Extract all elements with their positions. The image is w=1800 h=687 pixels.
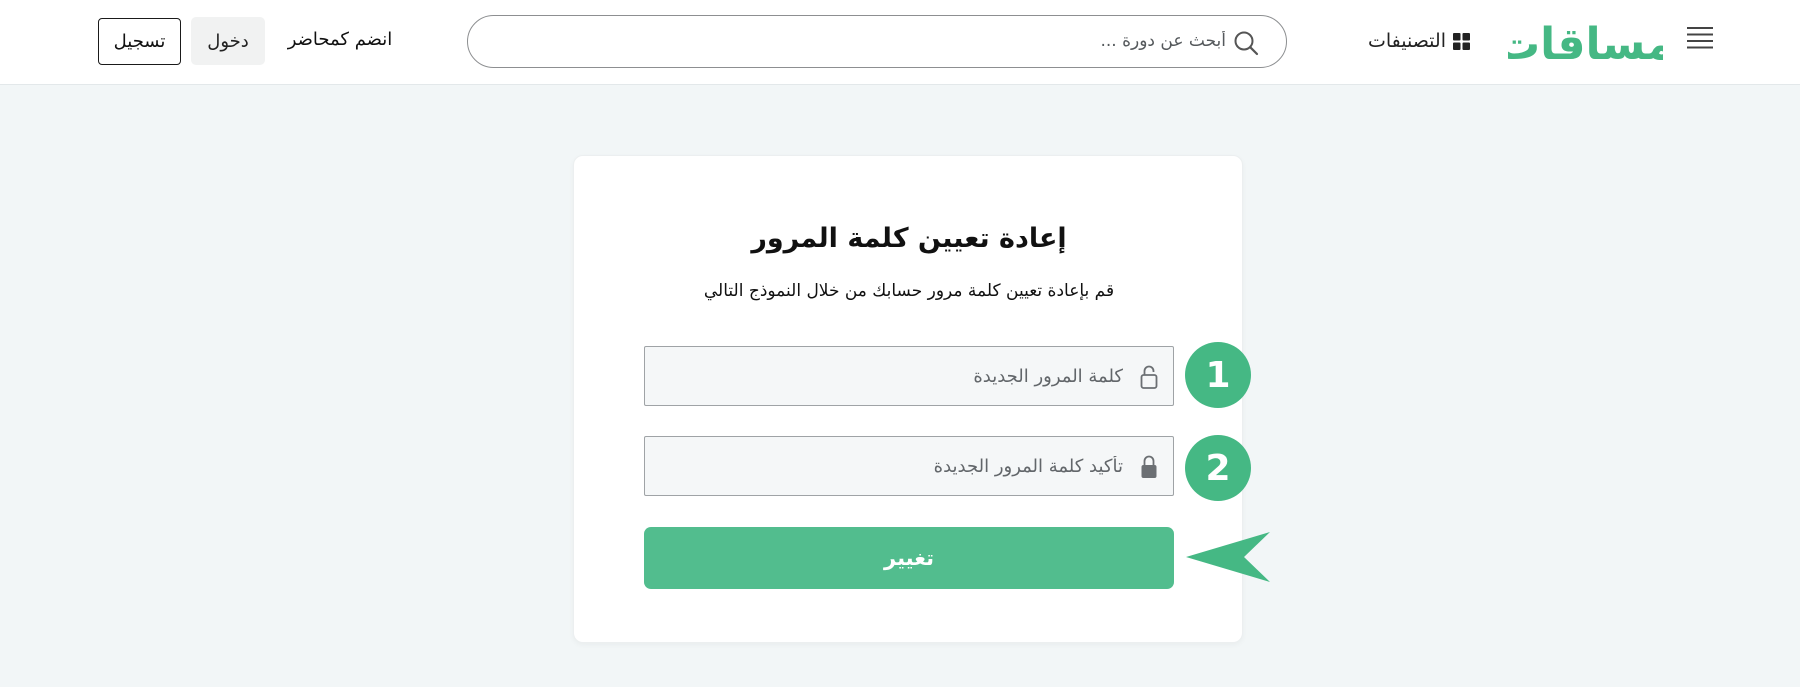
- lock-open-icon: [1140, 365, 1158, 389]
- search-icon[interactable]: [1232, 29, 1260, 57]
- login-button[interactable]: دخول: [191, 17, 265, 65]
- confirm-password-field[interactable]: [644, 436, 1174, 496]
- svg-text:مساقات: مساقات: [1508, 19, 1663, 70]
- search-input[interactable]: [506, 26, 1226, 56]
- categories-label: التصنيفات: [1367, 30, 1446, 52]
- hamburger-menu-icon[interactable]: [1686, 25, 1714, 51]
- page-title: إعادة تعيين كلمة المرور: [751, 223, 1067, 254]
- step-2-badge: 2: [1185, 435, 1251, 501]
- confirm-password-input[interactable]: [683, 451, 1123, 481]
- site-logo[interactable]: مساقات: [1508, 14, 1663, 70]
- step-1-badge: 1: [1185, 342, 1251, 408]
- categories-menu[interactable]: التصنيفات: [1355, 25, 1470, 57]
- page-subtitle: قم بإعادة تعيين كلمة مرور حسابك من خلال …: [703, 281, 1115, 301]
- change-password-button[interactable]: تغيير: [644, 527, 1174, 589]
- search-bar[interactable]: [467, 15, 1287, 68]
- grid-icon: [1453, 32, 1470, 50]
- reset-password-card: إعادة تعيين كلمة المرور قم بإعادة تعيين …: [573, 155, 1243, 643]
- lock-closed-icon: [1141, 455, 1157, 478]
- new-password-field[interactable]: [644, 346, 1174, 406]
- pointer-arrow-icon: [1186, 532, 1270, 582]
- join-as-instructor-link[interactable]: انضم كمحاضر: [280, 24, 400, 54]
- top-navbar: تسجيل دخول انضم كمحاضر التصنيفات مساقات: [0, 0, 1800, 85]
- register-button[interactable]: تسجيل: [98, 18, 181, 65]
- new-password-input[interactable]: [683, 361, 1123, 391]
